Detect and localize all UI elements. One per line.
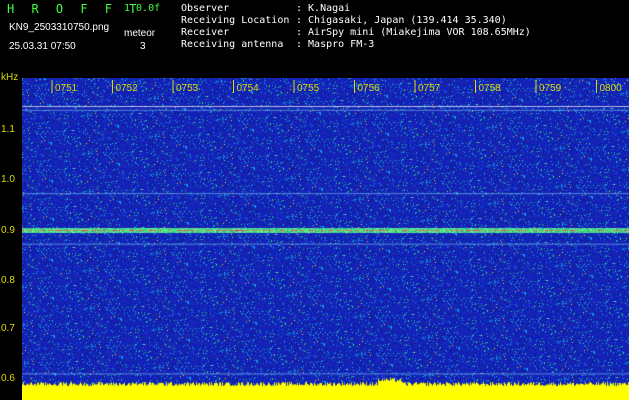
y-tick-label-1-1: 1.1 bbox=[1, 124, 15, 135]
app-version: 1.0.0f bbox=[124, 3, 161, 14]
field-value-observer: : K.Nagai bbox=[296, 3, 351, 14]
capture-datetime: 25.03.31 07:50 bbox=[9, 41, 76, 52]
field-label-location: Receiving Location bbox=[181, 15, 290, 26]
field-value-receiver: : AirSpy mini (Miakejima VOR 108.65MHz) bbox=[296, 27, 531, 38]
y-tick-label-1-0: 1.0 bbox=[1, 174, 15, 185]
y-tick-label-0-6: 0.6 bbox=[1, 373, 15, 384]
spectrogram-canvas bbox=[22, 78, 629, 400]
field-label-antenna: Receiving antenna bbox=[181, 39, 284, 50]
meteor-count: 3 bbox=[140, 41, 146, 52]
y-tick-label-0-7: 0.7 bbox=[1, 323, 15, 334]
field-value-antenna: : Maspro FM-3 bbox=[296, 39, 375, 50]
y-tick-label-0-8: 0.8 bbox=[1, 275, 15, 286]
header-panel: H R O F F T 1.0.0f KN9_2503310750.png 25… bbox=[0, 0, 629, 78]
field-label-receiver: Receiver bbox=[181, 27, 230, 38]
meteor-label: meteor bbox=[124, 28, 156, 39]
y-tick-label-0-9: 0.9 bbox=[1, 225, 15, 236]
axis-unit-label: kHz bbox=[1, 72, 19, 83]
app-title: H R O F F T bbox=[7, 2, 142, 16]
field-value-location: : Chigasaki, Japan (139.414 35.340) bbox=[296, 15, 507, 26]
file-name: KN9_2503310750.png bbox=[9, 22, 110, 33]
field-label-observer: Observer bbox=[181, 3, 230, 14]
